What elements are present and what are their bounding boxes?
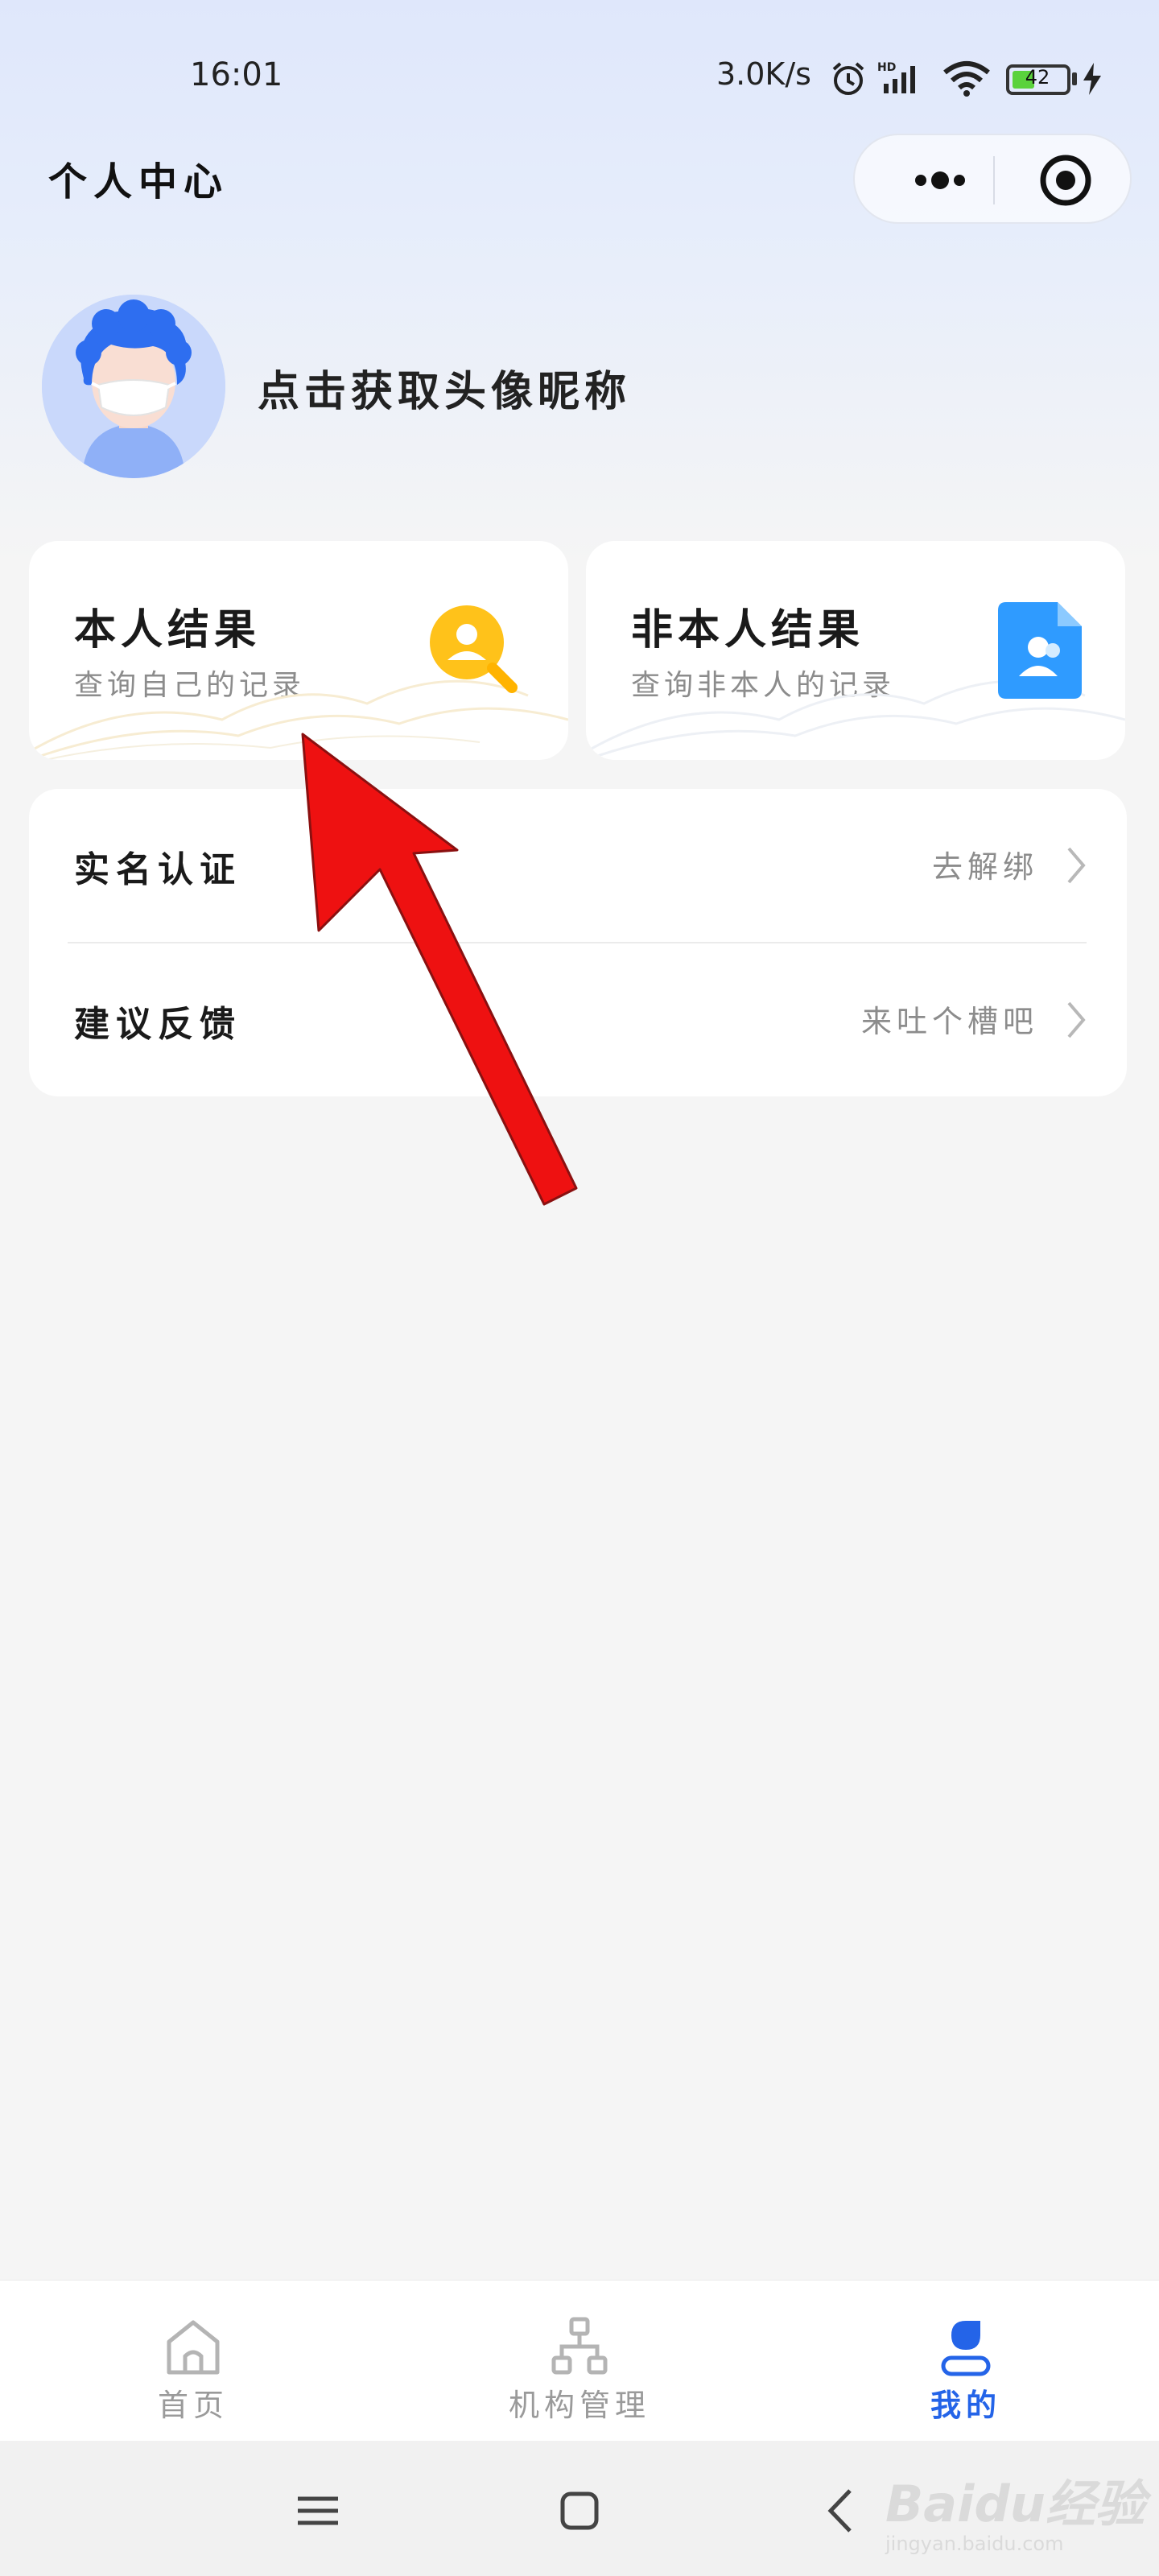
capsule-divider (993, 156, 995, 204)
tab-org-management[interactable]: 机构管理 (386, 2281, 773, 2442)
tab-home[interactable]: 首页 (0, 2281, 386, 2442)
list-item-label: 建议反馈 (74, 1004, 241, 1045)
tab-label: 机构管理 (508, 2388, 650, 2423)
search-person-icon (430, 605, 518, 693)
contact-document-icon (998, 602, 1082, 699)
avatar[interactable] (42, 295, 225, 478)
chevron-right-icon (1067, 847, 1086, 884)
card-other-result[interactable]: 非本人结果 查询非本人的记录 (586, 541, 1125, 760)
alarm-icon (832, 62, 864, 95)
tab-label: 首页 (157, 2388, 229, 2423)
menu-icon[interactable] (290, 2483, 346, 2539)
home-square-icon[interactable] (551, 2483, 608, 2539)
home-icon (167, 2320, 220, 2375)
charging-icon (1083, 63, 1101, 95)
tab-label: 我的 (930, 2388, 1001, 2423)
battery-icon: 42 (1006, 64, 1070, 95)
avatar-masked-person-icon (42, 295, 225, 478)
tab-mine[interactable]: 我的 (773, 2281, 1159, 2442)
svg-text:HD: HD (877, 61, 896, 74)
watermark-url: jingyan.baidu.com (885, 2533, 1064, 2555)
wifi-icon (943, 61, 990, 97)
page-title: 个人中心 (48, 159, 229, 204)
nickname-prompt[interactable]: 点击获取头像昵称 (258, 357, 631, 418)
hd-signal-icon: HD (877, 61, 915, 93)
status-bar: 16:01 3.0K/s HD 42 (0, 48, 1159, 105)
list-item-value: 去解绑 (931, 849, 1038, 885)
target-close-icon[interactable] (1037, 151, 1095, 209)
chevron-right-icon (1067, 1001, 1086, 1038)
back-icon[interactable] (813, 2483, 869, 2539)
watermark: Baidu经验 jingyan.baidu.com (885, 2455, 1151, 2568)
more-dots-icon[interactable] (887, 151, 992, 209)
watermark-text: Baidu经验 (885, 2475, 1145, 2533)
status-time: 16:01 (190, 56, 283, 93)
list-item-value: 来吐个槽吧 (860, 1004, 1038, 1039)
battery-cap (1072, 72, 1077, 85)
network-speed: 3.0K/s (716, 56, 811, 92)
list-item-label: 实名认证 (74, 849, 241, 890)
org-chart-icon (551, 2317, 608, 2375)
battery-percent: 42 (1025, 66, 1050, 89)
tab-bar: 首页 机构管理 我的 (0, 2280, 1159, 2442)
annotation-arrow (301, 733, 578, 1206)
user-icon (941, 2321, 991, 2376)
mini-program-capsule (853, 134, 1132, 224)
